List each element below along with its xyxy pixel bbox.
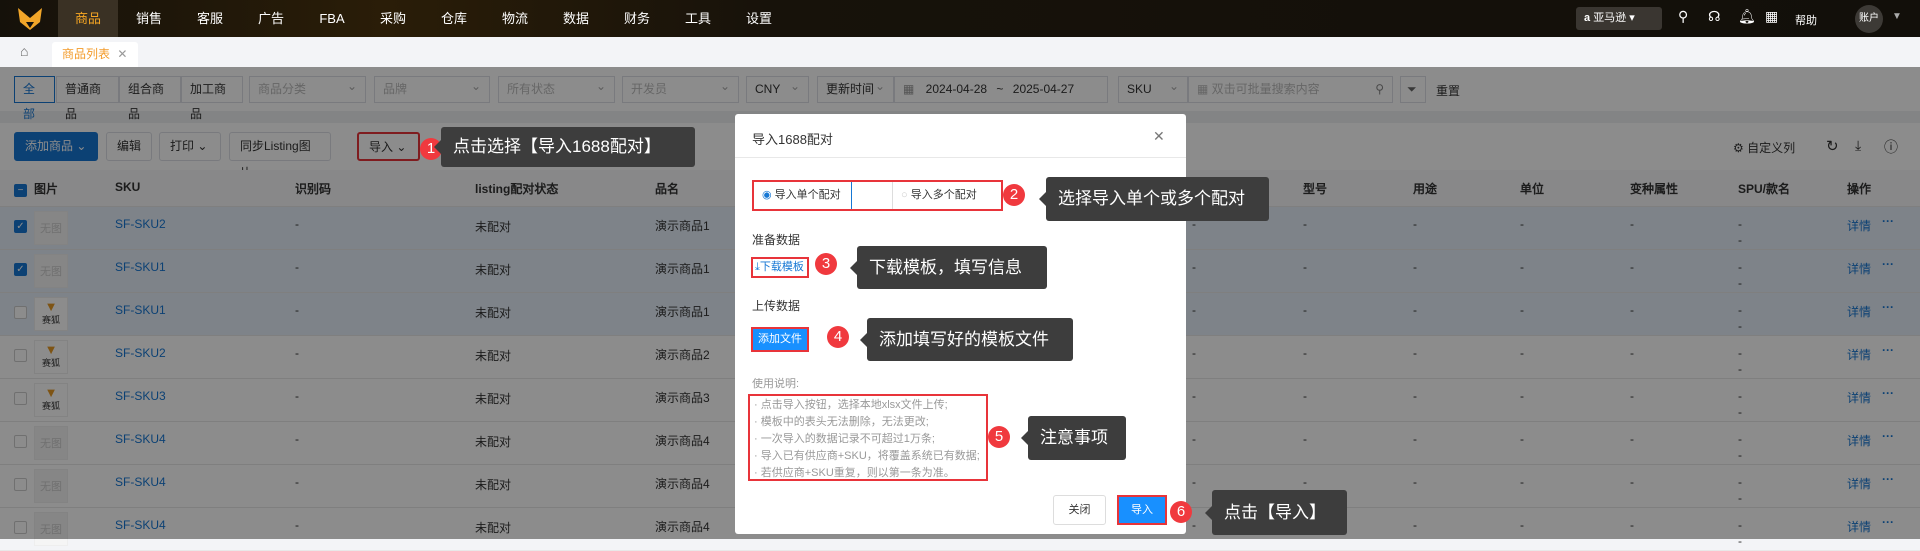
step-marker: 2	[1003, 184, 1025, 206]
usage-note: · 点击导入按钮，选择本地xlsx文件上传;	[754, 399, 948, 411]
download-template-link[interactable]: ⤓下载模板	[751, 257, 809, 278]
step-tooltip: 选择导入单个或多个配对	[1039, 177, 1269, 221]
nav-item[interactable]: 客服	[180, 0, 240, 37]
account-avatar[interactable]: 账户	[1855, 5, 1883, 33]
radio-checked-icon: ◉	[762, 189, 775, 201]
close-tab-icon[interactable]: ✕	[117, 47, 127, 61]
help-link[interactable]: 帮助	[1795, 12, 1817, 28]
step-marker: 5	[988, 426, 1010, 448]
logo-icon	[18, 8, 42, 30]
step-marker: 3	[815, 253, 837, 275]
nav-item[interactable]: 数据	[546, 0, 606, 37]
radio-multi[interactable]: ○ 导入多个配对	[892, 182, 1002, 209]
add-file-button[interactable]: 添加文件	[751, 327, 809, 352]
nav-item[interactable]: 工具	[668, 0, 728, 37]
radio-unchecked-icon: ○	[901, 189, 911, 201]
nav-item[interactable]: 商品	[58, 0, 118, 37]
step-tooltip: 点击【导入】	[1205, 490, 1347, 535]
dialog-title: 导入1688配对	[752, 132, 833, 147]
upload-data-label: 上传数据	[752, 299, 801, 313]
close-icon[interactable]: ✕	[1153, 128, 1165, 145]
usage-note: · 导入已有供应商+SKU，将覆盖系统已有数据;	[754, 450, 980, 462]
nav-item[interactable]: FBA	[302, 0, 362, 37]
nav-item[interactable]: 采购	[363, 0, 423, 37]
step-marker: 4	[827, 326, 849, 348]
usage-notes: · 点击导入按钮，选择本地xlsx文件上传; · 模板中的表头无法删除，无法更改;…	[748, 394, 988, 481]
usage-note: · 模板中的表头无法删除，无法更改;	[754, 416, 929, 428]
usage-title: 使用说明:	[752, 378, 800, 390]
nav-item[interactable]: 财务	[607, 0, 667, 37]
nav-item[interactable]: 广告	[241, 0, 301, 37]
step-tooltip: 下载模板，填写信息	[850, 246, 1047, 289]
step-tooltip: 注意事项	[1021, 416, 1126, 460]
tab-product-list[interactable]: 商品列表 ✕	[52, 42, 138, 67]
step-marker: 6	[1170, 501, 1192, 523]
tab-bar: ⌂ 商品列表 ✕	[0, 37, 1920, 67]
import-button[interactable]: 导入	[1117, 495, 1167, 525]
top-nav: 商品 销售 客服 广告 FBA 采购 仓库 物流 数据 财务 工具 设置 a 亚马逊 ▾ ⚲ ☊ 🔔︎…	[0, 0, 1920, 37]
nav-item[interactable]: 设置	[729, 0, 789, 37]
close-button[interactable]: 关闭	[1053, 495, 1106, 525]
usage-note: · 若供应商+SKU重复，则以第一条为准。	[754, 467, 955, 479]
nav-item[interactable]: 仓库	[424, 0, 484, 37]
apps-icon[interactable]: ▦	[1765, 8, 1778, 25]
import-mode-radio-group: ◉ 导入单个配对 ○ 导入多个配对	[752, 180, 1003, 211]
bell-icon[interactable]: 🔔︎	[1738, 8, 1756, 25]
usage-note: · 一次导入的数据记录不可超过1万条;	[754, 433, 935, 445]
step-tooltip: 添加填写好的模板文件	[860, 318, 1073, 361]
home-icon[interactable]: ⌂	[20, 43, 28, 59]
nav-item[interactable]: 物流	[485, 0, 545, 37]
prepare-data-label: 准备数据	[752, 233, 801, 247]
radio-single[interactable]: ◉ 导入单个配对	[754, 182, 852, 209]
chevron-down-icon[interactable]: ▼	[1892, 11, 1902, 22]
headset-icon[interactable]: ☊	[1708, 8, 1720, 25]
nav-item[interactable]: 销售	[119, 0, 179, 37]
search-icon[interactable]: ⚲	[1678, 8, 1688, 25]
amazon-icon: a	[1584, 12, 1594, 24]
store-selector[interactable]: a 亚马逊 ▾	[1576, 7, 1662, 30]
step-tooltip: 点击选择【导入1688配对】	[434, 127, 695, 167]
